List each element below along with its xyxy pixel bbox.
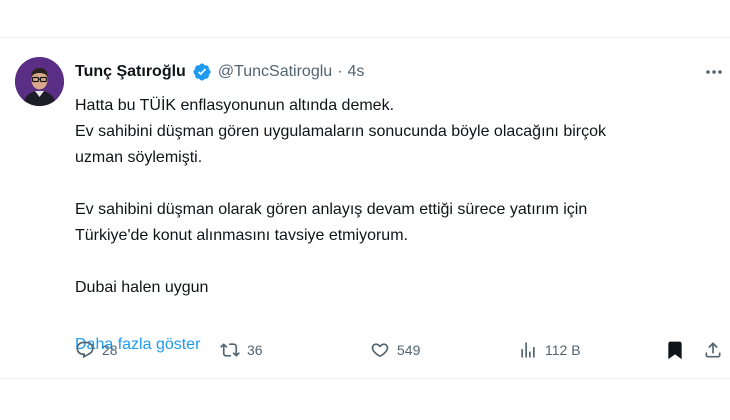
separator-dot: · bbox=[337, 63, 343, 80]
tweet[interactable]: Tunç Şatıroğlu @TuncSatiroglu · 4s Hatta… bbox=[0, 38, 730, 378]
tweet-text-line: Türkiye'de konut alınmasını tavsiye etmi… bbox=[75, 227, 408, 244]
share-button[interactable] bbox=[703, 336, 723, 364]
tweet-header: Tunç Şatıroğlu @TuncSatiroglu · 4s bbox=[75, 62, 364, 82]
handle[interactable]: @TuncSatiroglu bbox=[218, 63, 332, 81]
tweet-text-line: Hatta bu TÜİK enflasyonunun altında deme… bbox=[75, 97, 395, 114]
retweet-count: 36 bbox=[247, 342, 263, 358]
like-count: 549 bbox=[397, 342, 421, 358]
tweet-text-blank bbox=[75, 171, 715, 197]
bottom-divider bbox=[0, 378, 730, 379]
tweet-actions: 28 36 549 112 B bbox=[75, 336, 725, 364]
tweet-text-line: Ev sahibini düşman gören uygulamaların s… bbox=[75, 123, 606, 140]
share-icon bbox=[703, 340, 723, 360]
tweet-text-line: Ev sahibini düşman olarak gören anlayış … bbox=[75, 201, 588, 218]
reply-count: 28 bbox=[102, 342, 118, 358]
tweet-text: Hatta bu TÜİK enflasyonunun altında deme… bbox=[75, 93, 715, 301]
bookmark-button[interactable] bbox=[665, 336, 685, 364]
tweet-text-line: Dubai halen uygun bbox=[75, 279, 209, 296]
verified-badge-icon[interactable] bbox=[192, 62, 212, 82]
retweet-button[interactable]: 36 bbox=[220, 336, 263, 364]
tweet-text-blank bbox=[75, 249, 715, 275]
display-name[interactable]: Tunç Şatıroğlu bbox=[75, 63, 186, 81]
like-button[interactable]: 549 bbox=[370, 336, 420, 364]
reply-button[interactable]: 28 bbox=[75, 336, 118, 364]
views-button[interactable]: 112 B bbox=[518, 336, 581, 364]
more-icon[interactable] bbox=[700, 62, 728, 82]
like-icon bbox=[370, 340, 390, 360]
avatar[interactable] bbox=[15, 57, 64, 106]
reply-icon bbox=[75, 340, 95, 360]
views-count: 112 B bbox=[545, 342, 581, 358]
views-icon bbox=[518, 340, 538, 360]
bookmark-icon bbox=[665, 340, 685, 360]
timestamp[interactable]: 4s bbox=[348, 63, 365, 81]
retweet-icon bbox=[220, 340, 240, 360]
tweet-text-line: uzman söylemişti. bbox=[75, 149, 203, 166]
